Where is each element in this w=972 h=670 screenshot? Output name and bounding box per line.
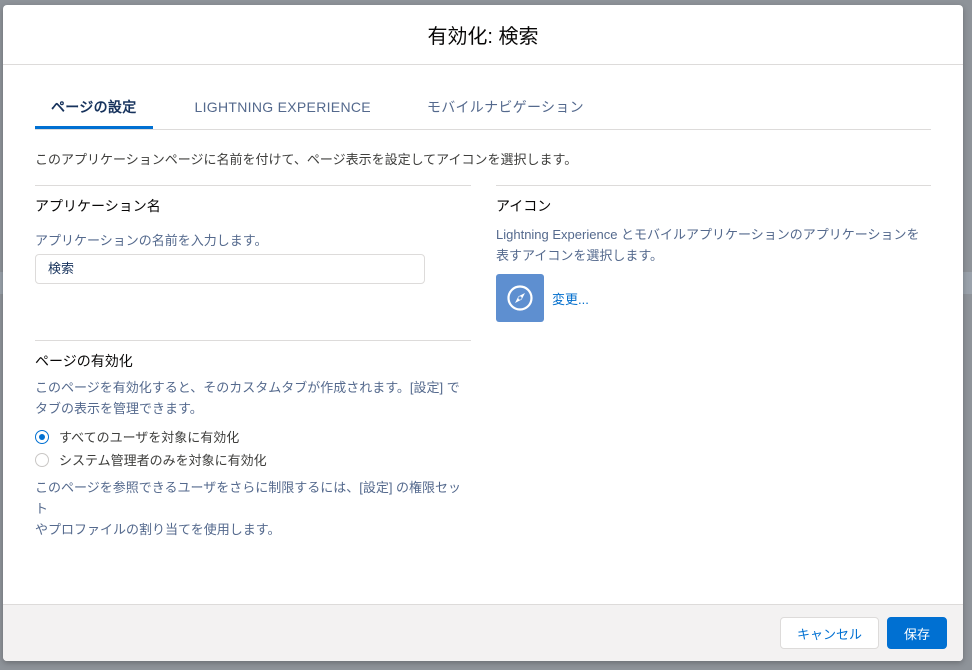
tab-page-settings[interactable]: ページの設定 bbox=[35, 94, 153, 129]
radio-label: すべてのユーザを対象に有効化 bbox=[59, 430, 240, 445]
section-divider bbox=[35, 340, 471, 341]
modal-footer: キャンセル 保存 bbox=[3, 604, 963, 661]
activation-note-line: このページを参照できるユーザをさらに制限するには、[設定] の権限セット bbox=[35, 480, 462, 516]
icon-description-line: Lightning Experience とモバイルアプリケーションのアプリケー… bbox=[496, 227, 920, 242]
icon-description: Lightning Experience とモバイルアプリケーションのアプリケー… bbox=[496, 224, 931, 266]
modal-header: 有効化: 検索 bbox=[3, 5, 963, 65]
intro-text: このアプリケーションページに名前を付けて、ページ表示を設定してアイコンを選択しま… bbox=[35, 152, 578, 167]
activation-description-line: タブの表示を管理できます。 bbox=[35, 401, 203, 416]
radio-all-users[interactable]: すべてのユーザを対象に有効化 bbox=[35, 425, 471, 448]
compass-icon bbox=[496, 274, 544, 322]
activation-modal: 有効化: 検索 ページの設定 LIGHTNING EXPERIENCE モバイル… bbox=[3, 5, 963, 661]
radio-button[interactable] bbox=[35, 452, 49, 467]
change-icon-link[interactable]: 変更... bbox=[552, 289, 589, 308]
modal-body: ページの設定 LIGHTNING EXPERIENCE モバイルナビゲーション … bbox=[3, 65, 963, 604]
tab-lightning-experience[interactable]: LIGHTNING EXPERIENCE bbox=[179, 94, 387, 129]
activation-note: このページを参照できるユーザをさらに制限するには、[設定] の権限セット やプロ… bbox=[35, 477, 471, 540]
tab-mobile-navigation[interactable]: モバイルナビゲーション bbox=[411, 94, 600, 129]
save-button[interactable]: 保存 bbox=[887, 617, 947, 649]
app-name-help: アプリケーションの名前を入力します。 bbox=[35, 233, 268, 248]
activation-description: このページを有効化すると、そのカスタムタブが作成されます。[設定] で タブの表… bbox=[35, 377, 471, 419]
right-column: アイコン Lightning Experience とモバイルアプリケーションの… bbox=[496, 185, 931, 322]
modal-title: 有効化: 検索 bbox=[427, 26, 539, 48]
icon-description-line: 表すアイコンを選択します。 bbox=[496, 248, 664, 263]
left-column: アプリケーション名 アプリケーションの名前を入力します。 検索 ページの有効化 … bbox=[35, 185, 471, 540]
activation-note-line: やプロファイルの割り当てを使用します。 bbox=[35, 522, 281, 537]
radio-admins-only[interactable]: システム管理者のみを対象に有効化 bbox=[35, 448, 471, 471]
radio-button-checked[interactable] bbox=[35, 429, 49, 444]
icon-title: アイコン bbox=[496, 198, 552, 214]
cancel-button[interactable]: キャンセル bbox=[780, 617, 879, 649]
app-name-input[interactable]: 検索 bbox=[35, 254, 425, 284]
activation-radio-group: すべてのユーザを対象に有効化 システム管理者のみを対象に有効化 bbox=[35, 425, 471, 471]
section-divider bbox=[35, 185, 471, 186]
activation-title: ページの有効化 bbox=[35, 353, 133, 369]
section-divider bbox=[496, 185, 931, 186]
app-name-title: アプリケーション名 bbox=[35, 198, 161, 214]
icon-picker: 変更... bbox=[496, 274, 931, 322]
tab-bar: ページの設定 LIGHTNING EXPERIENCE モバイルナビゲーション bbox=[35, 94, 931, 130]
radio-label: システム管理者のみを対象に有効化 bbox=[59, 453, 267, 468]
activation-description-line: このページを有効化すると、そのカスタムタブが作成されます。[設定] で bbox=[35, 380, 460, 395]
